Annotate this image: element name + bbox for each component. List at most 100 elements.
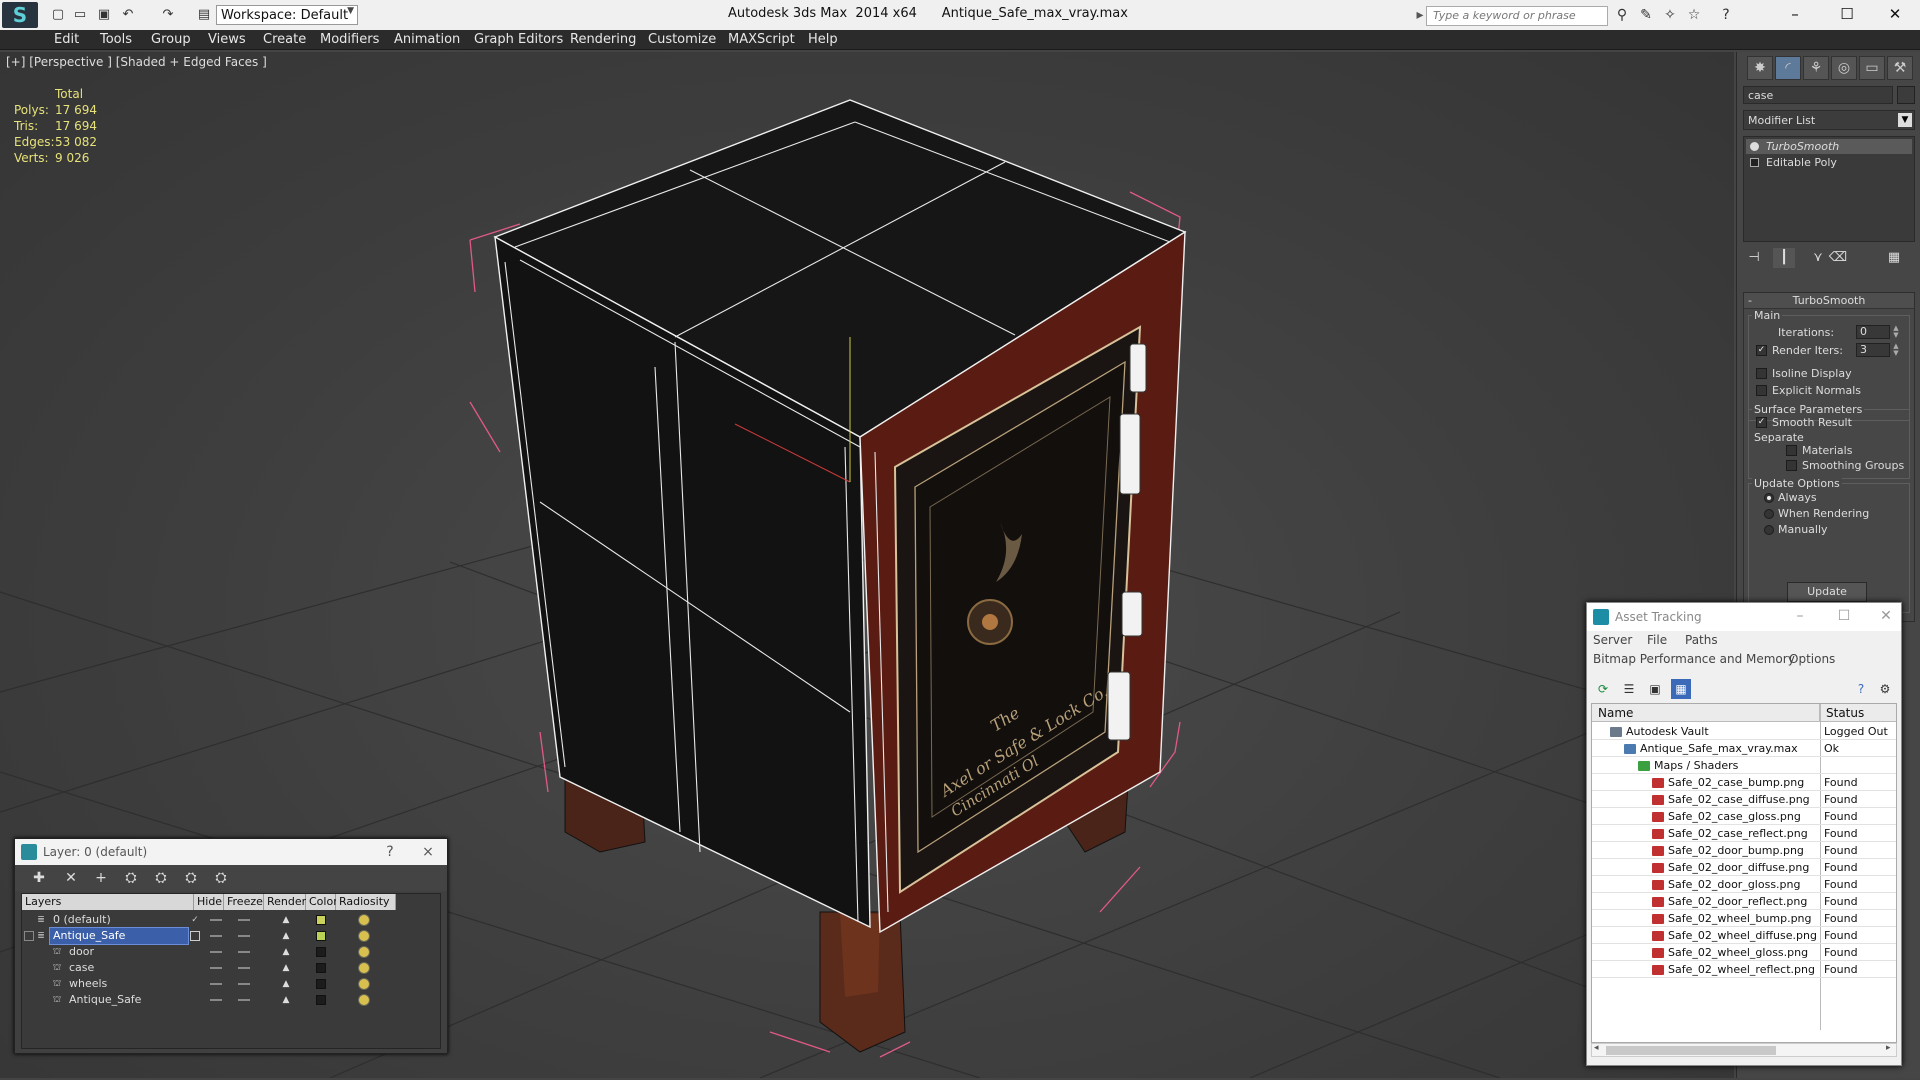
menu-maxscript[interactable]: MAXScript — [728, 32, 795, 47]
project-folder-icon[interactable]: ▤ — [196, 7, 212, 23]
column-hide[interactable]: Hide — [194, 894, 224, 910]
subscription-icon[interactable]: ✎ — [1636, 6, 1656, 24]
layer-row[interactable]: ⛫ Antique_Safe ▲ — [22, 992, 434, 1008]
object-name-field[interactable]: case — [1743, 86, 1893, 104]
menu-edit[interactable]: Edit — [54, 32, 79, 47]
minimize-button[interactable]: – — [1772, 2, 1818, 28]
menu-views[interactable]: Views — [208, 32, 246, 47]
asset-row[interactable]: Safe_02_case_diffuse.png Found — [1592, 791, 1896, 808]
asset-row[interactable]: Safe_02_case_bump.png Found — [1592, 774, 1896, 791]
asset-titlebar[interactable]: Asset Tracking – ☐ ✕ — [1587, 603, 1901, 631]
hide-toggle[interactable] — [210, 951, 222, 953]
radiosity-icon[interactable] — [358, 962, 370, 974]
viewport-label[interactable]: [+] [Perspective ] [Shaded + Edged Faces… — [6, 55, 267, 69]
render-teapot-icon[interactable]: ▲ — [280, 915, 292, 925]
menu-graph-editors[interactable]: Graph Editors — [474, 32, 563, 47]
select-objects-icon[interactable]: ⛭ — [119, 868, 143, 888]
scroll-left-icon[interactable]: ◂ — [1594, 1043, 1599, 1053]
radiosity-icon[interactable] — [358, 946, 370, 958]
always-radio[interactable] — [1764, 493, 1774, 503]
make-unique-icon[interactable]: ⋎ — [1807, 248, 1829, 268]
stack-item-editable-poly[interactable]: Editable Poly — [1746, 155, 1912, 170]
radiosity-icon[interactable] — [358, 914, 370, 926]
maximize-button[interactable]: ☐ — [1831, 606, 1857, 626]
menu-group[interactable]: Group — [151, 32, 191, 47]
new-file-icon[interactable]: ▢ — [50, 7, 66, 23]
layer-color-swatch[interactable] — [316, 947, 326, 957]
asset-row[interactable]: Safe_02_wheel_diffuse.png Found — [1592, 927, 1896, 944]
layer-name[interactable]: Antique_Safe — [49, 927, 189, 945]
expand-box-icon[interactable] — [1750, 158, 1759, 167]
help-button[interactable]: ? — [377, 842, 403, 862]
layer-name[interactable]: door — [66, 944, 97, 960]
spinner-arrows-icon[interactable]: ▲ ▼ — [1892, 325, 1900, 339]
configure-sets-icon[interactable]: ▦ — [1883, 248, 1905, 268]
current-layer-check[interactable]: ✓ — [190, 915, 200, 925]
layer-color-swatch[interactable] — [316, 979, 326, 989]
workspace-dropdown[interactable]: Workspace: Default ▼ — [216, 5, 358, 25]
freeze-toggle[interactable] — [238, 967, 250, 969]
update-button[interactable]: Update — [1787, 582, 1867, 602]
render-teapot-icon[interactable]: ▲ — [280, 931, 292, 941]
help-icon[interactable]: ? — [1716, 6, 1736, 24]
show-end-result-icon[interactable]: ┃ — [1773, 248, 1795, 268]
isoline-display-checkbox[interactable] — [1756, 368, 1767, 379]
asset-row[interactable]: Safe_02_case_reflect.png Found — [1592, 825, 1896, 842]
favorites-star-icon[interactable]: ☆ — [1684, 6, 1704, 24]
layer-row[interactable]: ⛫ case ▲ — [22, 960, 434, 976]
hide-toggle[interactable] — [210, 983, 222, 985]
asset-row[interactable]: Autodesk Vault Logged Out — [1592, 723, 1896, 740]
new-layer-icon[interactable]: ✚ — [27, 868, 51, 888]
smooth-result-checkbox[interactable]: ✓ — [1756, 417, 1767, 428]
modifier-list-dropdown[interactable]: Modifier List ▼ — [1743, 110, 1915, 130]
render-teapot-icon[interactable]: ▲ — [280, 995, 292, 1005]
render-teapot-icon[interactable]: ▲ — [280, 963, 292, 973]
settings-icon[interactable]: ⚙ — [1875, 679, 1895, 699]
thumbnail-view-icon[interactable]: ▣ — [1645, 679, 1665, 699]
spinner-arrows-icon[interactable]: ▲ ▼ — [1892, 343, 1900, 357]
asset-row[interactable]: Antique_Safe_max_vray.max Ok — [1592, 740, 1896, 757]
scrollbar-thumb[interactable] — [1606, 1046, 1776, 1055]
rollout-header[interactable]: - TurboSmooth — [1744, 293, 1914, 309]
layer-name[interactable]: case — [66, 960, 97, 976]
when-rendering-radio[interactable] — [1764, 509, 1774, 519]
app-logo-icon[interactable]: S — [2, 2, 38, 28]
delete-layer-icon[interactable]: ✕ — [59, 868, 83, 888]
freeze-toggle[interactable] — [238, 951, 250, 953]
menu-server[interactable]: Server — [1593, 633, 1632, 647]
add-to-layer-icon[interactable]: + — [89, 868, 113, 888]
column-render[interactable]: Render — [264, 894, 306, 910]
menu-help[interactable]: Help — [808, 32, 838, 47]
close-button[interactable]: ✕ — [1872, 2, 1918, 28]
asset-row[interactable]: Safe_02_door_diffuse.png Found — [1592, 859, 1896, 876]
menu-create[interactable]: Create — [263, 32, 306, 47]
layer-color-swatch[interactable] — [316, 963, 326, 973]
refresh-icon[interactable]: ⟳ — [1593, 679, 1613, 699]
create-tab-icon[interactable]: ✸ — [1747, 56, 1773, 80]
smoothing-groups-checkbox[interactable] — [1786, 460, 1797, 471]
communication-icon[interactable]: ✧ — [1660, 6, 1680, 24]
layer-row[interactable]: ⛫ door ▲ — [22, 944, 434, 960]
asset-row[interactable]: Safe_02_wheel_bump.png Found — [1592, 910, 1896, 927]
manually-radio[interactable] — [1764, 525, 1774, 535]
column-layers[interactable]: Layers — [22, 894, 194, 910]
radiosity-icon[interactable] — [358, 994, 370, 1006]
layer-name[interactable]: Antique_Safe — [66, 992, 144, 1008]
lightbulb-icon[interactable] — [1750, 142, 1759, 151]
menu-modifiers[interactable]: Modifiers — [320, 32, 379, 47]
menu-customize[interactable]: Customize — [648, 32, 716, 47]
undo-icon[interactable]: ↶ — [120, 7, 136, 23]
hide-toggle[interactable] — [210, 935, 222, 937]
menu-animation[interactable]: Animation — [394, 32, 460, 47]
hide-toggle[interactable] — [210, 967, 222, 969]
close-button[interactable]: × — [415, 842, 441, 862]
layer-dialog-titlebar[interactable]: Layer: 0 (default) ? × — [15, 839, 447, 865]
menu-paths[interactable]: Paths — [1685, 633, 1718, 647]
highlight-selected-icon[interactable]: ⛭ — [149, 868, 173, 888]
menu-file[interactable]: File — [1647, 633, 1667, 647]
column-color[interactable]: Color — [306, 894, 338, 910]
column-freeze[interactable]: Freeze — [224, 894, 264, 910]
list-view-icon[interactable]: ☰ — [1619, 679, 1639, 699]
layer-color-swatch[interactable] — [316, 915, 326, 925]
freeze-all-icon[interactable]: ⛭ — [209, 868, 233, 888]
